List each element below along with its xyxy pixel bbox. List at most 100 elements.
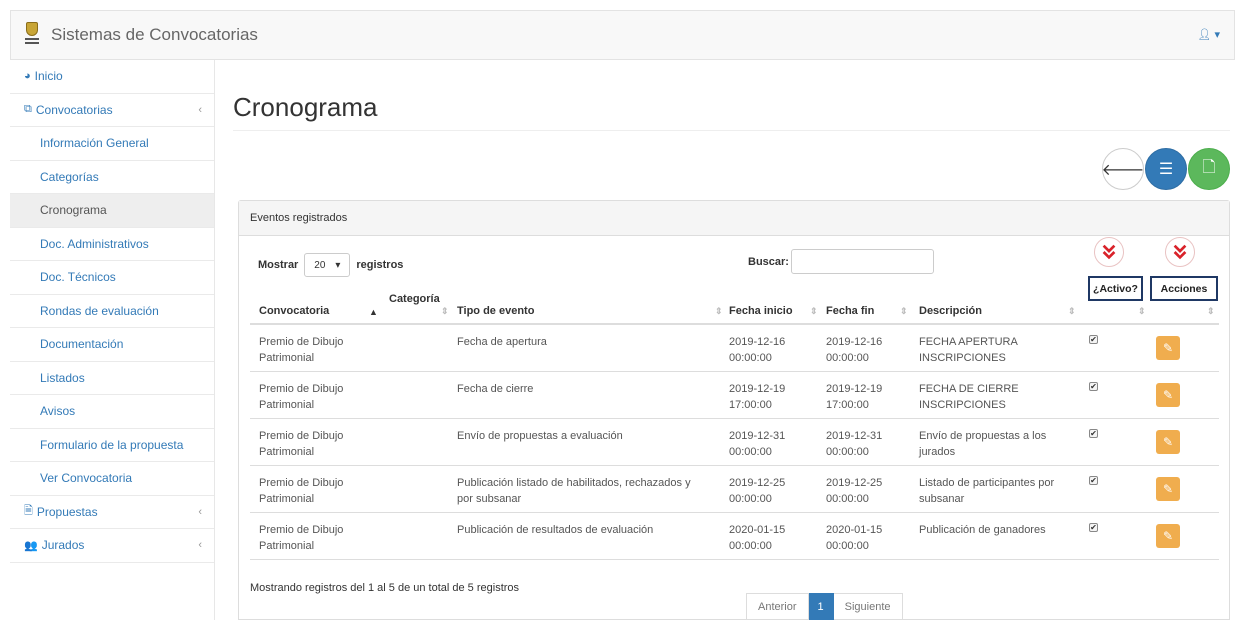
cell-fecha-inicio: 2019-12-16 00:00:00: [729, 334, 785, 366]
page-length-select[interactable]: 20 ▾: [304, 253, 351, 277]
edit-icon: ✎: [1162, 482, 1174, 496]
cell-fecha-inicio: 2019-12-19 17:00:00: [729, 381, 785, 413]
edit-button[interactable]: ✎: [1156, 524, 1180, 548]
cell-tipo-evento-line: Publicación de resultados de evaluación: [457, 524, 654, 536]
cell-fecha-fin-line: 00:00:00: [826, 493, 869, 505]
table-row: Premio de Dibujo Patrimonial Fecha de aper…: [250, 325, 1219, 372]
cell-fecha-inicio-line: 2019-12-31: [729, 430, 786, 442]
cell-tipo-evento-line: Publicación listado de habilitados, rech…: [457, 477, 691, 489]
pagination-next-button[interactable]: Siguiente: [833, 593, 903, 620]
sidebar-item-label: Cronograma: [40, 203, 107, 218]
cell-fecha-fin-line: 2019-12-19: [826, 383, 883, 395]
app-brand[interactable]: Sistemas de Convocatorias: [51, 25, 258, 45]
cell-tipo-evento: Fecha de apertura: [457, 334, 547, 350]
column-header-tipo-evento[interactable]: Tipo de evento: [457, 305, 534, 317]
cell-convocatoria-line: Patrimonial: [259, 540, 315, 552]
new-document-button[interactable]: 🗋: [1188, 148, 1230, 190]
pagination-prev-button[interactable]: Anterior: [746, 593, 809, 620]
active-checkbox[interactable]: ✔: [1089, 382, 1098, 391]
cell-descripcion-line: INSCRIPCIONES: [919, 399, 1006, 411]
column-header-fecha-inicio[interactable]: Fecha inicio: [729, 305, 793, 317]
edit-button[interactable]: ✎: [1156, 383, 1180, 407]
sidebar-item-label: Ver Convocatoria: [40, 471, 133, 486]
active-checkbox[interactable]: ✔: [1089, 476, 1098, 485]
page-title: Cronograma: [233, 92, 378, 122]
cell-fecha-inicio: 2019-12-25 00:00:00: [729, 475, 785, 507]
user-icon: 👤︎: [1197, 29, 1212, 41]
sidebar-item-label: Propuestas: [36, 504, 98, 519]
cell-fecha-fin-line: 17:00:00: [826, 399, 869, 411]
sort-icon: ⇕: [900, 306, 908, 316]
active-checkbox[interactable]: ✔: [1089, 335, 1098, 344]
sidebar-item-categorias[interactable]: Categorías: [10, 161, 214, 194]
cell-fecha-inicio-line: 00:00:00: [729, 446, 772, 458]
cell-descripcion-line: FECHA APERTURA: [919, 336, 1018, 348]
active-checkbox[interactable]: ✔: [1089, 523, 1098, 532]
pagination-page-1[interactable]: 1: [808, 593, 834, 620]
edit-icon: ✎: [1162, 435, 1174, 449]
search-input[interactable]: [790, 249, 934, 274]
cell-fecha-inicio-line: 00:00:00: [729, 493, 772, 505]
sidebar-item-label: Doc. Técnicos: [40, 270, 116, 285]
sidebar-item-avisos[interactable]: Avisos: [10, 395, 214, 429]
sidebar-item-label: Información General: [40, 136, 149, 151]
cell-fecha-inicio-line: 00:00:00: [729, 352, 772, 364]
cell-tipo-evento-line: Envío de propuestas a evaluación: [457, 430, 623, 442]
cell-fecha-fin-line: 2019-12-16: [826, 336, 883, 348]
cell-convocatoria-line: Premio de Dibujo: [259, 336, 344, 348]
sidebar-item-rondas-de-evaluacion[interactable]: Rondas de evaluación: [10, 295, 214, 328]
annotation-acciones-label: Acciones: [1150, 276, 1218, 301]
edit-button[interactable]: ✎: [1156, 336, 1180, 360]
column-header-descripcion[interactable]: Descripción: [919, 305, 982, 317]
edit-button[interactable]: ✎: [1156, 430, 1180, 454]
cell-fecha-fin-line: 2020-01-15: [826, 524, 883, 536]
sidebar-item-inicio[interactable]: ◕ Inicio: [10, 60, 214, 94]
cell-convocatoria-line: Patrimonial: [259, 493, 315, 505]
pagination: Anterior 1 Siguiente: [746, 593, 903, 620]
column-header-fecha-fin[interactable]: Fecha fin: [826, 305, 874, 317]
panel-title: Eventos registrados: [239, 201, 1229, 236]
sidebar-item-ver-convocatoria[interactable]: Ver Convocatoria: [10, 462, 214, 496]
cell-fecha-inicio: 2020-01-15 00:00:00: [729, 522, 785, 554]
cell-fecha-fin-line: 2019-12-31: [826, 430, 883, 442]
sidebar-item-label: Jurados: [41, 538, 85, 553]
sort-asc-icon: ▲: [369, 307, 378, 317]
sidebar-nav: ◕ Inicio ⧉ Convocatorias ‹ Información Genera…: [10, 60, 215, 620]
cell-convocatoria-line: Premio de Dibujo: [259, 477, 344, 489]
files-icon: ⧉: [24, 103, 32, 116]
caret-down-icon: ▾: [1214, 29, 1220, 41]
cell-descripcion: Envío de propuestas a los jurados: [919, 428, 1046, 460]
sidebar-item-convocatorias[interactable]: ⧉ Convocatorias ‹: [10, 94, 214, 127]
sort-icon: ⇕: [810, 306, 818, 316]
sidebar-item-listados[interactable]: Listados: [10, 362, 214, 395]
edit-button[interactable]: ✎: [1156, 477, 1180, 501]
length-prefix: Mostrar: [258, 259, 299, 271]
list-view-button[interactable]: ☰: [1145, 148, 1187, 190]
column-header-categoria[interactable]: Categoría: [389, 293, 440, 305]
sidebar-item-label: Avisos: [40, 404, 76, 419]
sidebar-item-doc-administrativos[interactable]: Doc. Administrativos: [10, 228, 214, 261]
column-header-convocatoria[interactable]: Convocatoria: [259, 305, 329, 317]
user-menu-button[interactable]: 👤︎ ▾: [1197, 28, 1220, 41]
cell-descripcion-line: subsanar: [919, 493, 965, 505]
active-checkbox[interactable]: ✔: [1089, 429, 1098, 438]
back-button[interactable]: 🡐: [1102, 148, 1144, 190]
sidebar-item-informacion-general[interactable]: Información General: [10, 127, 214, 161]
sidebar-item-doc-tecnicos[interactable]: Doc. Técnicos: [10, 261, 214, 295]
cell-convocatoria-line: Patrimonial: [259, 446, 315, 458]
cell-tipo-evento: Publicación listado de habilitados, rech…: [457, 475, 691, 507]
sort-icon: ⇕: [1207, 306, 1215, 316]
cell-descripcion-line: Listado de participantes por: [919, 477, 1055, 489]
cell-fecha-inicio-line: 2019-12-25: [729, 477, 786, 489]
sidebar-item-propuestas[interactable]: 🗎 Propuestas ‹: [10, 496, 214, 529]
table-row: Premio de Dibujo Patrimonial Fecha de cier…: [250, 372, 1219, 419]
cell-fecha-inicio-line: 00:00:00: [729, 540, 772, 552]
table-info: Mostrando registros del 1 al 5 de un tot…: [250, 582, 520, 594]
sidebar-item-jurados[interactable]: 👥 Jurados ‹: [10, 529, 214, 563]
sidebar-item-cronograma[interactable]: Cronograma: [10, 194, 214, 228]
sidebar-item-documentacion[interactable]: Documentación: [10, 328, 214, 362]
arrow-left-icon: 🡐: [1101, 161, 1145, 179]
cell-fecha-inicio-line: 2019-12-19: [729, 383, 786, 395]
sidebar-item-formulario-de-la-propuesta[interactable]: Formulario de la propuesta: [10, 429, 214, 462]
caret-down-icon: ▾: [335, 259, 341, 271]
